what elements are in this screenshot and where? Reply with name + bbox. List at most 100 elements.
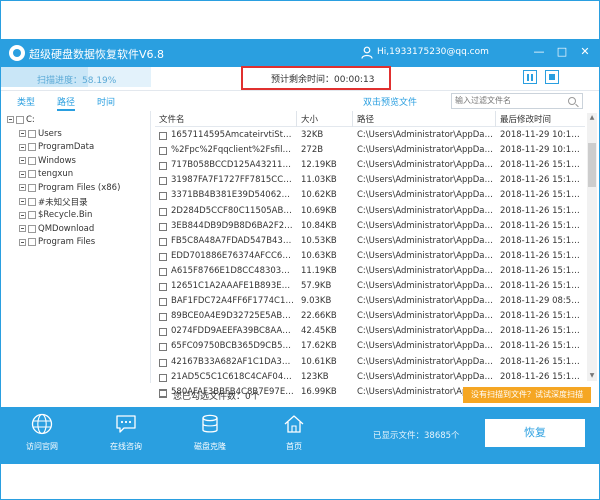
row-checkbox[interactable] [159, 298, 167, 307]
deep-scan-button[interactable]: 没有扫描到文件？试试深度扫描 [463, 387, 591, 403]
tree-node-child[interactable]: #未知父目录 [19, 195, 88, 208]
maximize-button[interactable]: □ [554, 44, 570, 60]
stop-button[interactable] [545, 70, 559, 84]
table-row[interactable]: 0274FDD9AEEFA39BC8AA44D… 42.45KB C:\Users\… [155, 325, 585, 340]
table-row[interactable]: 2D284D5CCF80C11505AB3A9A… 10.69KB C:\Users… [155, 205, 585, 220]
search-icon[interactable] [568, 97, 576, 105]
row-checkbox[interactable] [159, 358, 167, 367]
tree-node-child[interactable]: ProgramData [19, 141, 94, 154]
tree-checkbox[interactable] [28, 143, 36, 152]
tree-checkbox[interactable] [28, 224, 36, 233]
row-checkbox[interactable] [159, 207, 167, 216]
user-account[interactable]: Hi,1933175230@qq.com [377, 47, 489, 57]
tab-path[interactable]: 路径 [57, 95, 76, 111]
tree-checkbox[interactable] [28, 170, 36, 179]
minimize-button[interactable]: — [531, 44, 547, 60]
tree-checkbox[interactable] [28, 197, 36, 206]
table-row[interactable]: 3371BB4B381E39D54062C27B… 10.62KB C:\Users… [155, 189, 585, 204]
row-checkbox[interactable] [159, 343, 167, 352]
tree-expand-icon[interactable] [7, 116, 14, 123]
row-checkbox[interactable] [159, 132, 167, 140]
row-checkbox[interactable] [159, 162, 167, 171]
column-divider[interactable] [352, 111, 353, 127]
tree-expand-icon[interactable] [19, 157, 26, 165]
row-checkbox[interactable] [159, 313, 167, 322]
tab-time[interactable]: 时间 [97, 95, 115, 108]
tree-node-child[interactable]: $Recycle.Bin [19, 209, 92, 222]
scroll-thumb[interactable] [588, 143, 596, 187]
table-row[interactable]: 1657114595AmcateirvtiSty.sqlit… 32KB C:\Us… [155, 129, 585, 144]
row-checkbox[interactable] [159, 283, 167, 291]
cell-name: 717B058BCCD125A43211BB65… [171, 160, 295, 171]
header-modified[interactable]: 最后修改时间 [500, 113, 551, 125]
column-divider[interactable] [296, 111, 297, 127]
tree-checkbox[interactable] [28, 129, 36, 138]
row-checkbox[interactable] [159, 237, 167, 246]
tree-expand-icon[interactable] [19, 198, 26, 205]
scan-progress-label: 扫描进度：58.19% [37, 76, 117, 86]
row-checkbox[interactable] [159, 192, 167, 201]
tree-expand-icon[interactable] [19, 211, 26, 219]
tree-checkbox[interactable] [16, 115, 24, 124]
pause-button[interactable] [523, 70, 537, 84]
table-scrollbar[interactable]: ▲ ▼ [587, 113, 597, 381]
nav-home-button[interactable]: 首页 [269, 413, 319, 461]
select-all-checkbox[interactable] [159, 390, 167, 398]
row-checkbox[interactable] [159, 252, 167, 261]
tree-expand-icon[interactable] [19, 184, 26, 192]
table-row[interactable]: FB5C8A48A7FDAD547B438F02… 10.53KB C:\Users… [155, 235, 585, 250]
nav-website-button[interactable]: 访问官网 [17, 413, 67, 461]
table-row[interactable]: 31987FA7F1727FF7815CC93F4… 11.03KB C:\User… [155, 174, 585, 189]
close-button[interactable]: ✕ [577, 44, 593, 60]
row-checkbox[interactable] [159, 177, 167, 186]
table-row[interactable]: 717B058BCCD125A43211BB65… 12.19KB C:\Users… [155, 159, 585, 174]
table-row[interactable]: %2Fpc%2Fqqclient%2Fsfile%2F… 272B C:\Users… [155, 144, 585, 159]
header-size[interactable]: 大小 [301, 113, 318, 125]
table-row[interactable]: A615F8766E1D8CC4830361DE… 11.19KB C:\Users… [155, 265, 585, 280]
table-row[interactable]: 89BCE0A4E9D32725E5AB7908… 22.66KB C:\Users… [155, 310, 585, 325]
table-row[interactable]: 3EB844DB9D9B8D6BA2F26FA9… 10.84KB C:\Users… [155, 220, 585, 235]
column-divider[interactable] [495, 111, 496, 127]
tree-expand-icon[interactable] [19, 170, 26, 178]
scroll-up-icon[interactable]: ▲ [587, 113, 597, 123]
row-checkbox[interactable] [159, 222, 167, 231]
tree-node-root[interactable]: C: [7, 113, 35, 126]
table-row[interactable]: 65FC09750BCB365D9CB543B3… 17.62KB C:\Users… [155, 340, 585, 355]
tree-node-child[interactable]: Program Files [19, 236, 95, 249]
table-row[interactable]: BAF1FDC72A4FF6F1774C16470… 9.03KB C:\Users… [155, 295, 585, 310]
table-row[interactable]: 42167B33A682AF1C1DA36D8E… 10.61KB C:\Users… [155, 356, 585, 371]
tree-expand-icon[interactable] [19, 130, 26, 137]
tree-node-child[interactable]: Program Files (x86) [19, 181, 120, 194]
nav-consult-button[interactable]: 在线咨询 [101, 413, 151, 461]
row-checkbox[interactable] [159, 267, 167, 276]
tree-node-child[interactable]: QMDownload [19, 222, 94, 235]
tab-type[interactable]: 类型 [17, 95, 35, 108]
tree-checkbox[interactable] [28, 156, 36, 165]
tree-node-label: Windows [38, 155, 76, 166]
user-icon[interactable] [361, 46, 373, 59]
scroll-down-icon[interactable]: ▼ [587, 371, 597, 381]
recover-button[interactable]: 恢复 [485, 419, 585, 447]
nav-clone-button[interactable]: 磁盘克隆 [185, 413, 235, 461]
header-name[interactable]: 文件名 [159, 113, 185, 125]
tree-node-child[interactable]: Users [19, 127, 62, 140]
tree-expand-icon[interactable] [19, 238, 26, 246]
row-checkbox[interactable] [159, 147, 167, 156]
tree-node-child[interactable]: Windows [19, 154, 76, 167]
tree-checkbox[interactable] [28, 183, 36, 192]
tree-node-child[interactable]: tengxun [19, 168, 73, 181]
cell-modified: 2018-11-26 15:17:49 [500, 281, 585, 291]
cell-modified: 2018-11-26 15:17:53 [500, 220, 585, 231]
preview-hint-link[interactable]: 双击预览文件 [363, 95, 417, 108]
table-row[interactable]: 12651C1A2AAAFE1B893E0161… 57.9KB C:\Users\… [155, 280, 585, 295]
tree-expand-icon[interactable] [19, 225, 26, 233]
row-checkbox[interactable] [159, 328, 167, 337]
tree-checkbox[interactable] [28, 238, 36, 247]
row-checkbox[interactable] [159, 373, 167, 382]
table-row[interactable]: EDD701886E76374AFCC69F41… 10.63KB C:\Users… [155, 250, 585, 265]
header-path[interactable]: 路径 [357, 113, 374, 125]
search-input[interactable] [455, 96, 555, 105]
tree-expand-icon[interactable] [19, 143, 26, 151]
tree-checkbox[interactable] [28, 211, 36, 220]
table-row[interactable]: 21AD5C5C1C618C4CAF047919… 123KB C:\Users\A… [155, 371, 585, 386]
